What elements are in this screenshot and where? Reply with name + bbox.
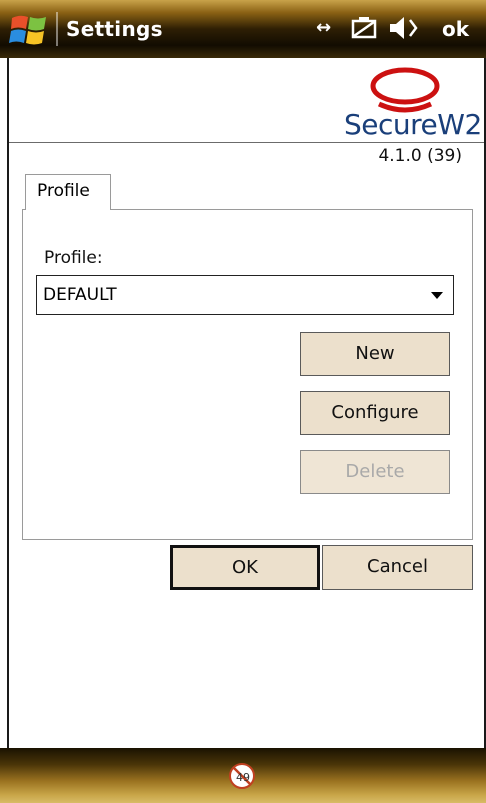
keyboard-sip-icon[interactable]: 49 [228, 762, 256, 790]
tab-profile[interactable]: Profile [25, 174, 111, 210]
title-divider [56, 12, 58, 46]
page-title: Settings [66, 17, 163, 41]
frame-border-left [7, 58, 9, 748]
ok-softkey[interactable]: ok [442, 17, 469, 41]
chevron-down-icon [431, 292, 443, 299]
ok-button[interactable]: OK [170, 545, 320, 590]
new-button[interactable]: New [300, 332, 450, 376]
battery-icon[interactable] [350, 14, 380, 40]
logo-text: SecureW2 [344, 108, 482, 141]
divider [9, 142, 484, 143]
profile-selected-value: DEFAULT [43, 285, 117, 305]
softkey-bar: 49 [0, 748, 486, 803]
profile-label: Profile: [44, 248, 103, 268]
volume-icon[interactable] [388, 14, 422, 42]
configure-button[interactable]: Configure [300, 391, 450, 435]
connectivity-icon[interactable]: ↔ [316, 17, 331, 38]
svg-text:49: 49 [236, 771, 250, 784]
title-bar: Settings ↔ ok [0, 0, 486, 58]
version-label: 4.1.0 (39) [378, 146, 462, 166]
profile-dropdown[interactable]: DEFAULT [36, 275, 454, 315]
logo-banner: SecureW2 [9, 58, 484, 142]
cancel-button[interactable]: Cancel [322, 545, 473, 590]
delete-button[interactable]: Delete [300, 450, 450, 494]
windows-start-icon[interactable] [8, 12, 52, 48]
